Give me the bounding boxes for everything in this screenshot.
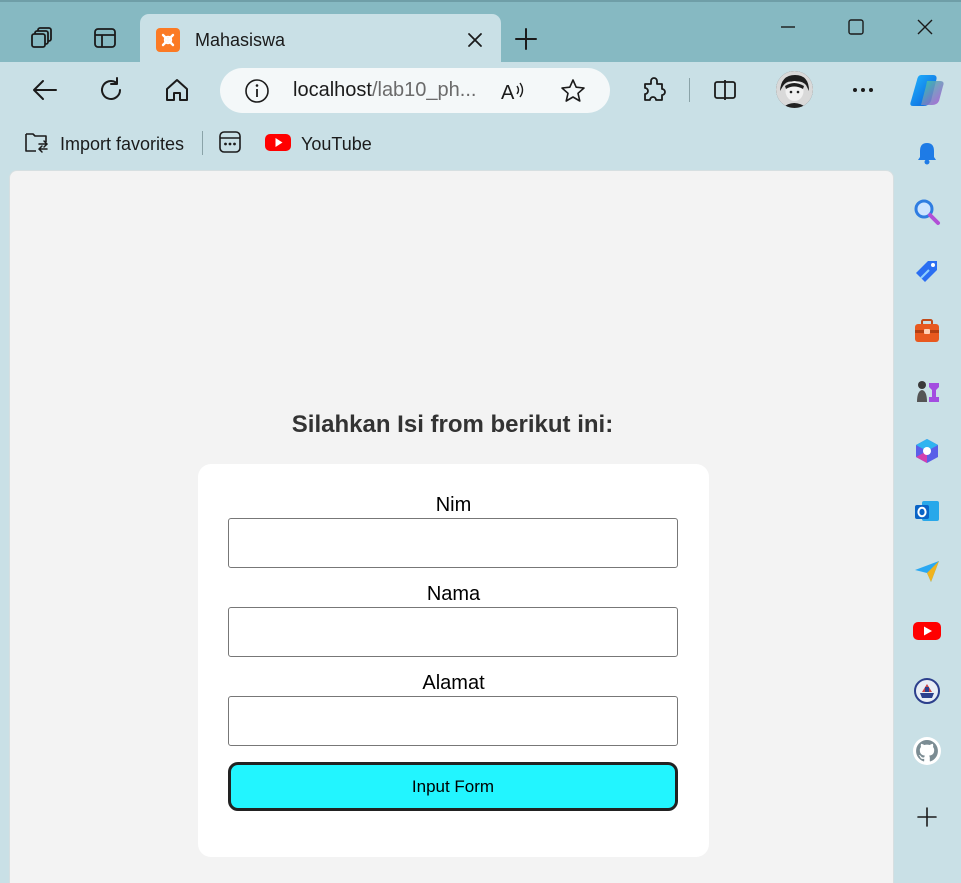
search-icon[interactable] — [912, 197, 942, 227]
nim-input[interactable] — [228, 518, 678, 568]
shopping-tag-icon[interactable] — [912, 257, 942, 287]
favorite-youtube[interactable]: YouTube — [265, 130, 372, 158]
page-viewport: Silahkan Isi from berikut ini: Nim Nama … — [9, 170, 894, 883]
github-icon[interactable] — [912, 736, 942, 766]
split-screen-icon[interactable] — [707, 72, 743, 108]
microsoft-365-icon[interactable] — [912, 436, 942, 466]
alamat-input[interactable] — [228, 696, 678, 746]
university-logo-icon[interactable] — [912, 676, 942, 706]
youtube-icon — [265, 132, 291, 157]
url-text: localhost/lab10_ph... — [293, 79, 476, 102]
close-tab-icon[interactable] — [463, 28, 487, 52]
url-host: localhost — [293, 79, 372, 101]
extensions-icon[interactable] — [636, 72, 672, 108]
outlook-icon[interactable] — [912, 496, 942, 526]
alamat-label: Alamat — [422, 672, 485, 694]
title-bar: Mahasiswa — [0, 0, 961, 66]
favorites-divider — [202, 131, 203, 155]
nim-label: Nim — [435, 494, 472, 516]
toolbar-divider — [689, 78, 690, 102]
form-card: Nim Nama Alamat Input Form — [198, 464, 709, 857]
new-tab-icon[interactable] — [509, 22, 543, 56]
nama-label: Nama — [426, 583, 481, 605]
svg-text:A: A — [501, 82, 515, 104]
site-info-icon[interactable] — [244, 78, 270, 104]
read-aloud-icon[interactable]: A — [500, 78, 526, 104]
xampp-favicon-icon — [156, 28, 180, 52]
favorites-bar: Import favorites YouTube — [0, 122, 895, 164]
favorite-app[interactable] — [218, 130, 252, 158]
add-sidebar-app-icon[interactable] — [912, 802, 942, 832]
import-folder-icon — [24, 130, 50, 159]
favorite-label: Import favorites — [60, 133, 185, 154]
back-arrow-icon[interactable] — [25, 70, 65, 110]
address-bar[interactable]: localhost/lab10_ph... A — [220, 68, 610, 113]
maximize-icon[interactable] — [833, 10, 879, 44]
form-heading: Silahkan Isi from berikut ini: — [291, 411, 614, 438]
send-paper-plane-icon[interactable] — [912, 556, 942, 586]
copilot-icon[interactable] — [907, 71, 947, 109]
minimize-icon[interactable] — [765, 10, 811, 44]
notifications-bell-icon[interactable] — [912, 138, 942, 168]
home-icon[interactable] — [157, 70, 197, 110]
games-chess-icon[interactable] — [912, 376, 942, 406]
toolbar: localhost/lab10_ph... A — [0, 62, 961, 120]
favorite-star-icon[interactable] — [559, 77, 587, 105]
tab-mahasiswa[interactable]: Mahasiswa — [140, 14, 501, 66]
workspaces-icon[interactable] — [22, 18, 62, 58]
input-form-button[interactable]: Input Form — [228, 762, 678, 811]
more-options-icon[interactable] — [845, 72, 881, 108]
nama-input[interactable] — [228, 607, 678, 657]
favorite-label: YouTube — [301, 133, 372, 154]
tab-actions-icon[interactable] — [85, 18, 125, 58]
url-path: /lab10_ph... — [371, 79, 477, 101]
tools-briefcase-icon[interactable] — [912, 316, 942, 346]
youtube-sidebar-icon[interactable] — [912, 616, 942, 646]
favorite-import[interactable]: Import favorites — [24, 130, 184, 158]
app-grid-icon — [218, 130, 242, 159]
edge-sidebar — [895, 122, 961, 883]
close-window-icon[interactable] — [902, 10, 948, 44]
refresh-icon[interactable] — [91, 70, 131, 110]
tab-title: Mahasiswa — [195, 30, 286, 50]
profile-avatar[interactable] — [776, 71, 813, 108]
